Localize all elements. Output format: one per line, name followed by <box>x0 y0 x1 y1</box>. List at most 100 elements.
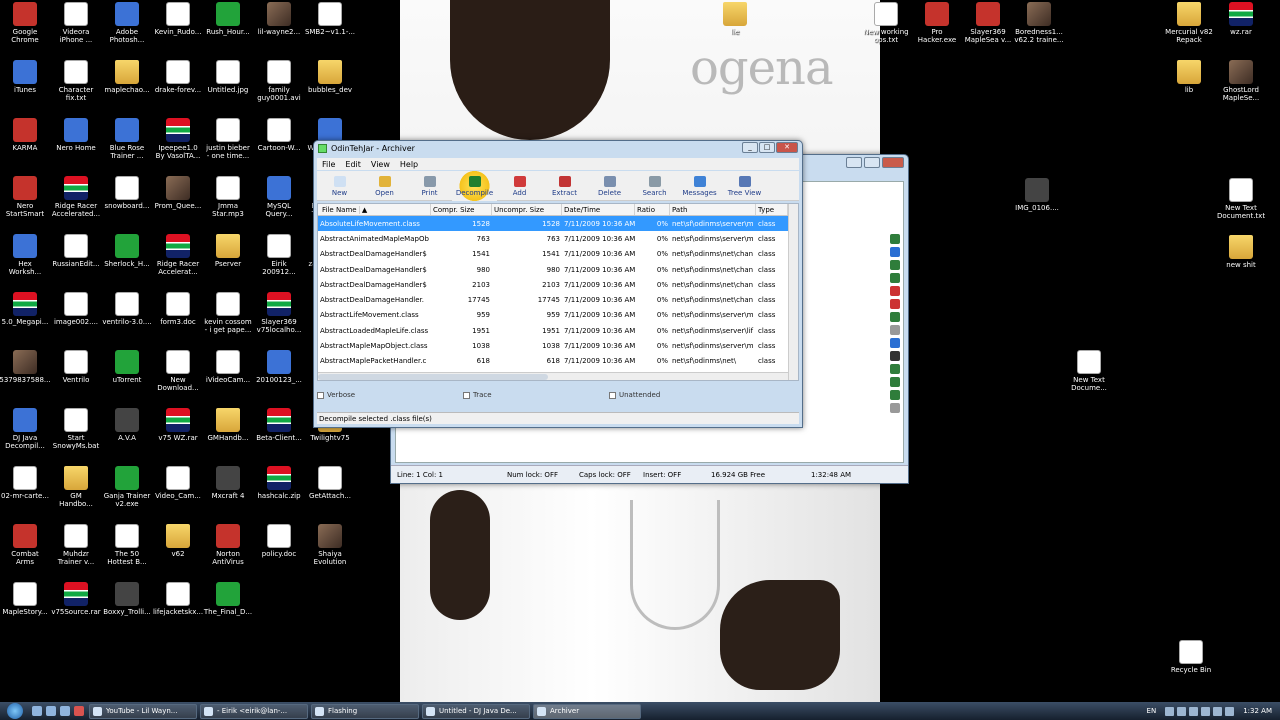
start-button[interactable] <box>0 702 30 720</box>
language-indicator[interactable]: EN <box>1147 707 1157 715</box>
network-icon[interactable] <box>1213 706 1223 716</box>
menu-view[interactable]: View <box>366 160 395 169</box>
show-desktop-icon[interactable] <box>32 706 42 716</box>
volume-icon[interactable] <box>1225 706 1235 716</box>
minimize-button[interactable] <box>846 157 862 168</box>
desktop-icon[interactable]: Mercurial v82 Repack <box>1159 2 1219 44</box>
taskbar-task-button[interactable]: Archiver <box>533 703 641 719</box>
scroll-thumb[interactable] <box>318 374 548 380</box>
archiver-window[interactable]: OdinTehJar - Archiver _ □ ✕ File Edit Vi… <box>313 140 803 428</box>
tool-icon[interactable] <box>890 390 900 400</box>
file-row[interactable]: AbstractMaplePacketHandler.c 618 618 7/11/2… <box>318 354 798 369</box>
toolbar-messages-button[interactable]: Messages <box>677 171 722 201</box>
tool-icon[interactable] <box>890 273 900 283</box>
desktop-icon[interactable]: bubbles_dev <box>300 60 360 94</box>
toolbar-search-button[interactable]: Search <box>632 171 677 201</box>
file-row[interactable]: AbsoluteLifeMovement.class 1528 1528 7/11/2… <box>318 216 798 232</box>
file-row[interactable]: AbstractMapleMapObject.class 1038 1038 7/11… <box>318 338 798 353</box>
vertical-scrollbar[interactable] <box>788 204 798 380</box>
tool-icon[interactable] <box>890 299 900 309</box>
horizontal-scrollbar[interactable] <box>318 372 788 380</box>
archiver-titlebar[interactable]: OdinTehJar - Archiver <box>314 141 802 156</box>
trace-checkbox[interactable]: Trace <box>463 391 609 399</box>
column-file-name[interactable]: File Name ▲ <box>318 204 431 215</box>
search-icon[interactable] <box>890 338 900 348</box>
tray-icon[interactable] <box>1165 706 1175 716</box>
desktop-icon[interactable]: IMG_0106.... <box>1007 178 1067 212</box>
clock[interactable]: 1:32 AM <box>1243 707 1272 715</box>
tool-icon[interactable] <box>890 403 900 413</box>
desktop-icon[interactable]: The_Final_D... <box>198 582 258 616</box>
column-uncompr-size[interactable]: Uncompr. Size <box>492 204 562 215</box>
toolbar-print-button[interactable]: Print <box>407 171 452 201</box>
desktop-icon[interactable]: New Text Document.txt <box>1211 178 1271 220</box>
unattended-checkbox[interactable]: Unattended <box>609 391 755 399</box>
minimize-button[interactable]: _ <box>742 142 758 153</box>
checkbox-box[interactable] <box>463 391 470 399</box>
taskbar-task-button[interactable]: Flashing <box>311 703 419 719</box>
maximize-button[interactable]: □ <box>759 142 775 153</box>
tool-icon[interactable] <box>890 260 900 270</box>
toolbar-delete-button[interactable]: Delete <box>587 171 632 201</box>
desktop-icon[interactable]: Shaiya Evolution <box>300 524 360 566</box>
chrome-icon[interactable] <box>74 706 84 716</box>
column-path[interactable]: Path <box>670 204 756 215</box>
tool-icon[interactable] <box>890 312 900 322</box>
desktop-icon[interactable]: SMB2~v1.1-... <box>300 2 360 36</box>
toolbar-add-button[interactable]: Add <box>497 171 542 201</box>
maximize-button[interactable] <box>864 157 880 168</box>
tool-icon[interactable] <box>890 377 900 387</box>
tray-icon[interactable] <box>1201 706 1211 716</box>
checkbox-box[interactable] <box>317 391 324 399</box>
verbose-checkbox[interactable]: Verbose <box>317 391 463 399</box>
quicklaunch-icon[interactable] <box>46 706 56 716</box>
path-cell: net\sf\odinms\net\chan <box>672 250 754 259</box>
tool-icon[interactable] <box>890 234 900 244</box>
desktop-icon[interactable]: Boredness1... v62.2 traine... <box>1009 2 1069 44</box>
desktop-icon[interactable]: New Text Docume... <box>1059 350 1119 392</box>
tool-icon[interactable] <box>890 325 900 335</box>
tool-icon[interactable] <box>890 351 900 361</box>
toolbar-tree-view-button[interactable]: Tree View <box>722 171 767 201</box>
menu-file[interactable]: File <box>317 160 340 169</box>
taskbar-task-button[interactable]: YouTube - Lil Wayn... <box>89 703 197 719</box>
desktop-icon[interactable]: GetAttach... <box>300 466 360 500</box>
tool-icon[interactable] <box>890 247 900 257</box>
menu-help[interactable]: Help <box>395 160 423 169</box>
desktop-icon[interactable]: Recycle Bin <box>1161 640 1221 674</box>
taskbar-task-button[interactable]: - Eirik <eirik@lan-... <box>200 703 308 719</box>
tray-icon[interactable] <box>1177 706 1187 716</box>
toolbar-extract-button[interactable]: Extract <box>542 171 587 201</box>
desktop-icon[interactable]: lie <box>705 2 765 36</box>
toolbar-open-button[interactable]: Open <box>362 171 407 201</box>
tool-icon[interactable] <box>890 286 900 296</box>
toolbar-new-button[interactable]: New <box>317 171 362 201</box>
file-list[interactable]: File Name ▲ Compr. Size Uncompr. Size Da… <box>317 203 799 381</box>
desktop-icon[interactable]: lib <box>1159 60 1219 94</box>
file-list-header: File Name ▲ Compr. Size Uncompr. Size Da… <box>318 204 798 216</box>
file-row[interactable]: AbstractDealDamageHandler$ 1541 1541 7/11/2… <box>318 247 798 262</box>
file-row[interactable]: AbstractAnimatedMapleMapOb 763 763 7/11/200… <box>318 231 798 246</box>
desktop-icon[interactable]: wz.rar <box>1211 2 1271 36</box>
desktop-icon[interactable]: GhostLord MapleSe... <box>1211 60 1271 102</box>
options-bar: Verbose Trace Unattended <box>317 389 799 401</box>
column-ratio[interactable]: Ratio <box>635 204 670 215</box>
quicklaunch-icon[interactable] <box>60 706 70 716</box>
column-date-time[interactable]: Date/Time <box>562 204 635 215</box>
file-row[interactable]: AbstractDealDamageHandler$ 2103 2103 7/11/2… <box>318 277 798 292</box>
checkbox-box[interactable] <box>609 391 616 399</box>
desktop-icon[interactable]: new shit <box>1211 235 1271 269</box>
file-row[interactable]: AbstractLifeMovement.class 959 959 7/11/200… <box>318 308 798 323</box>
file-row[interactable]: AbstractDealDamageHandler$ 980 980 7/11/200… <box>318 262 798 277</box>
tool-icon[interactable] <box>890 364 900 374</box>
tray-icon[interactable] <box>1189 706 1199 716</box>
file-row[interactable]: AbstractDealDamageHandler. 17745 17745 7/11… <box>318 292 798 307</box>
toolbar-decompile-button[interactable]: Decompile <box>452 171 497 201</box>
close-button[interactable] <box>882 157 904 168</box>
menu-edit[interactable]: Edit <box>340 160 366 169</box>
column-type[interactable]: Type <box>756 204 788 215</box>
file-row[interactable]: AbstractLoadedMapleLife.class 1951 1951 7/1… <box>318 323 798 338</box>
close-button[interactable]: ✕ <box>776 142 798 153</box>
taskbar-task-button[interactable]: Untitled - DJ Java De... <box>422 703 530 719</box>
column-compr-size[interactable]: Compr. Size <box>431 204 492 215</box>
